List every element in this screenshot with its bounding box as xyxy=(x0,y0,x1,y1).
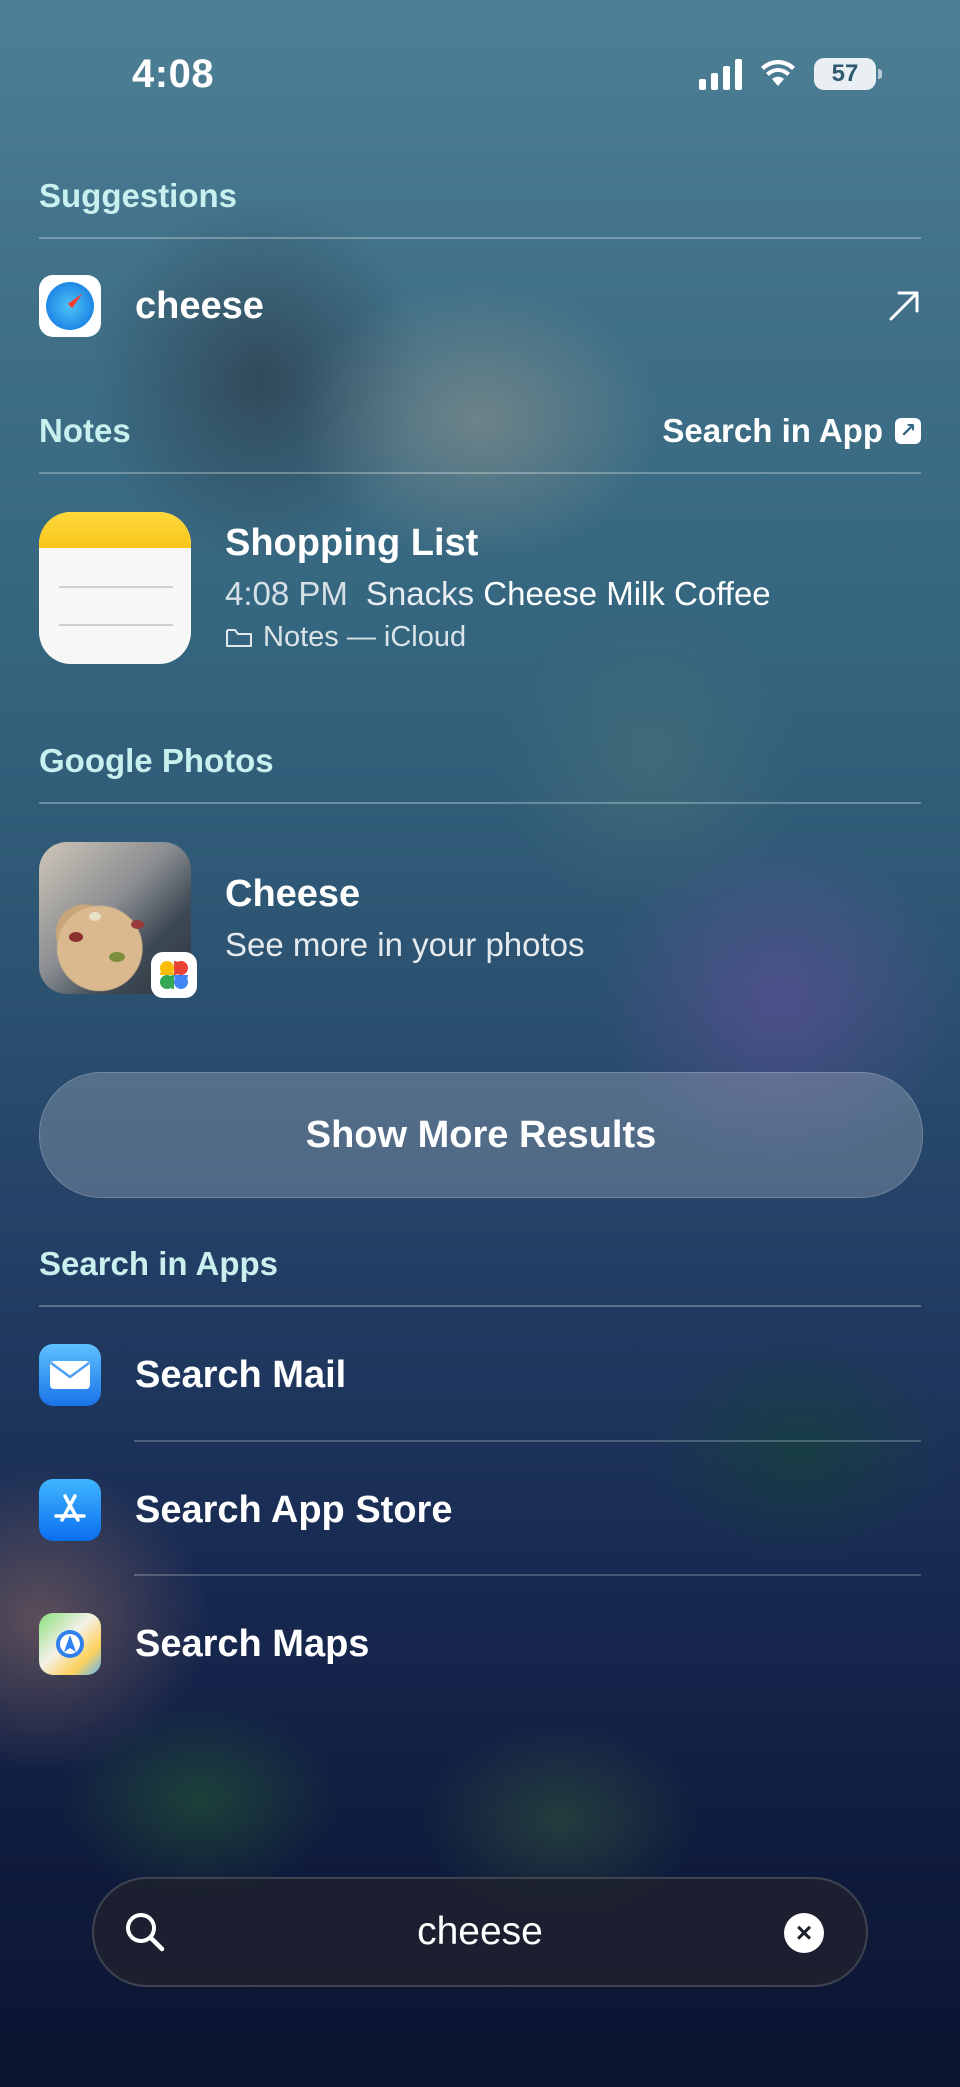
open-in-app-icon: ↗ xyxy=(895,418,921,444)
note-location: Notes — iCloud xyxy=(225,621,771,654)
wifi-icon xyxy=(761,60,795,86)
search-maps-label: Search Maps xyxy=(135,1622,370,1665)
note-snippet-plain: Snacks xyxy=(365,575,475,612)
notes-app-icon xyxy=(39,512,191,664)
section-divider xyxy=(39,802,921,804)
search-maps-row[interactable]: Search Maps xyxy=(39,1613,921,1675)
mail-icon xyxy=(39,1344,101,1406)
cellular-signal-icon xyxy=(699,58,742,90)
search-mail-row[interactable]: Search Mail xyxy=(39,1344,921,1406)
status-time: 4:08 xyxy=(132,52,215,96)
notes-header-label: Notes xyxy=(39,412,131,449)
status-icons: 57 xyxy=(699,58,882,90)
maps-icon xyxy=(39,1613,101,1675)
search-app-store-row[interactable]: Search App Store xyxy=(39,1479,921,1541)
safari-icon xyxy=(39,275,101,337)
photos-result-details: Cheese See more in your photos xyxy=(225,873,585,964)
note-title: Shopping List xyxy=(225,522,479,564)
notes-result-details: Shopping List 4:08 PM Snacks Cheese Milk … xyxy=(225,522,771,654)
section-divider xyxy=(39,472,921,474)
section-header-search-in-apps: Search in Apps xyxy=(39,1245,279,1282)
row-divider xyxy=(134,1574,921,1576)
clear-search-icon[interactable]: × xyxy=(784,1913,824,1953)
section-header-suggestions: Suggestions xyxy=(39,177,238,214)
search-in-app-button[interactable]: Search in App ↗ xyxy=(662,412,921,450)
notes-result-shopping-list[interactable]: Shopping List 4:08 PM Snacks Cheese Milk … xyxy=(39,512,921,664)
photos-result-title: Cheese xyxy=(225,872,361,915)
search-input[interactable]: cheese xyxy=(94,1879,866,1985)
section-header-google-photos: Google Photos xyxy=(39,742,274,779)
photos-result-subtitle: See more in your photos xyxy=(225,925,585,963)
note-time: 4:08 PM xyxy=(225,575,348,612)
google-photos-icon xyxy=(151,952,197,998)
note-snippet: 4:08 PM Snacks Cheese Milk Coffee xyxy=(225,575,771,613)
photo-thumbnail xyxy=(39,842,197,998)
show-more-results-button[interactable]: Show More Results xyxy=(39,1072,923,1198)
google-photos-result-cheese[interactable]: Cheese See more in your photos xyxy=(39,842,921,998)
app-store-icon xyxy=(39,1479,101,1541)
note-snippet-match: Cheese Milk Coffee xyxy=(483,575,771,612)
section-divider xyxy=(39,237,921,239)
search-app-store-label: Search App Store xyxy=(135,1488,453,1531)
battery-indicator: 57 xyxy=(814,58,882,90)
section-divider xyxy=(39,1305,921,1307)
suggestion-row-cheese[interactable]: cheese xyxy=(39,275,921,337)
suggestion-label: cheese xyxy=(135,284,264,327)
section-header-notes: Notes Search in App ↗ xyxy=(39,412,921,450)
search-in-app-label: Search in App xyxy=(662,412,883,449)
note-location-label: Notes — iCloud xyxy=(263,621,467,653)
search-bar[interactable]: cheese × xyxy=(92,1877,868,1987)
folder-icon xyxy=(226,628,252,647)
row-divider xyxy=(134,1440,921,1442)
arrow-up-right-icon[interactable] xyxy=(887,289,921,323)
search-mail-label: Search Mail xyxy=(135,1353,347,1396)
